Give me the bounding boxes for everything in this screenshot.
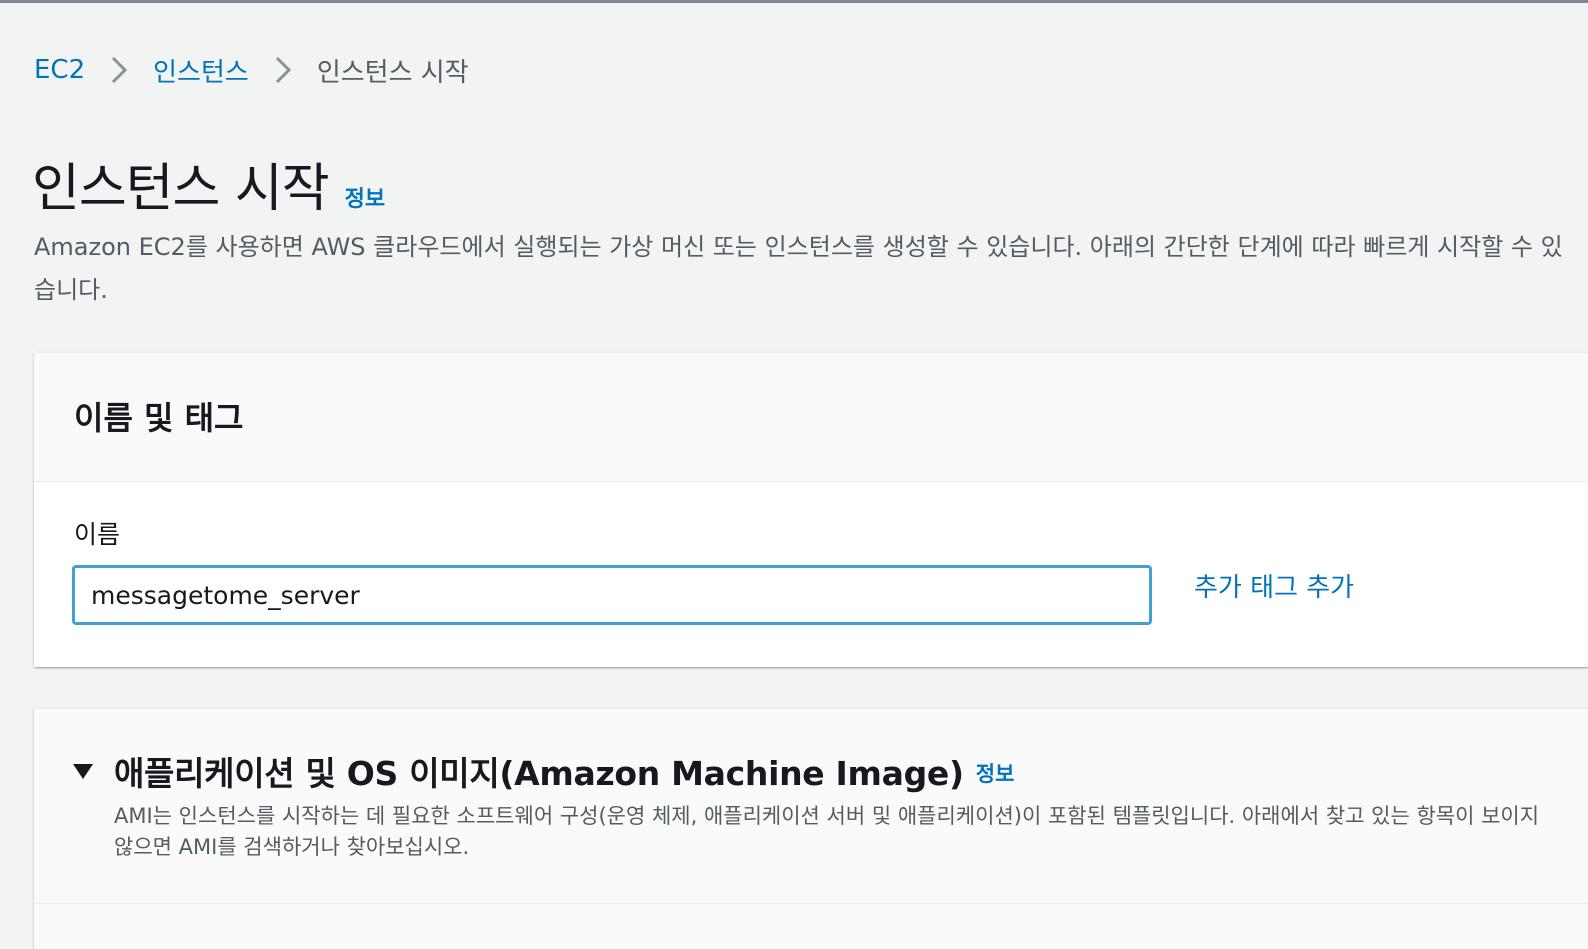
- page-description: Amazon EC2를 사용하면 AWS 클라우드에서 실행되는 가상 머신 또…: [34, 233, 1563, 304]
- chevron-right-icon: [275, 56, 291, 84]
- top-border: [0, 0, 1588, 3]
- name-field-label: 이름: [74, 520, 121, 549]
- name-tags-panel-header: 이름 및 태그: [34, 353, 1588, 482]
- name-tags-panel: 이름 및 태그 이름 추가 태그 추가: [34, 352, 1588, 667]
- ami-description: AMI는 인스턴스를 시작하는 데 필요한 소프트웨어 구성(운영 체제, 애플…: [114, 804, 1540, 859]
- name-tags-panel-title: 이름 및 태그: [74, 399, 244, 437]
- breadcrumb-instances[interactable]: 인스턴스: [153, 52, 249, 89]
- page-title: 인스턴스 시작: [32, 159, 330, 219]
- ami-info-link[interactable]: 정보: [976, 758, 1015, 788]
- breadcrumb-ec2[interactable]: EC2: [34, 55, 85, 85]
- ami-panel: 애플리케이션 및 OS 이미지(Amazon Machine Image) 정보…: [34, 708, 1588, 949]
- caret-down-icon[interactable]: [72, 760, 94, 782]
- chevron-right-icon: [112, 56, 128, 84]
- ami-panel-title[interactable]: 애플리케이션 및 OS 이미지(Amazon Machine Image): [114, 747, 964, 795]
- page-header: 인스턴스 시작 정보: [32, 146, 385, 221]
- divider: [34, 903, 1588, 904]
- breadcrumb: EC2 인스턴스 인스턴스 시작: [34, 50, 469, 90]
- breadcrumb-current: 인스턴스 시작: [316, 57, 469, 88]
- ami-panel-header: 애플리케이션 및 OS 이미지(Amazon Machine Image) 정보: [72, 747, 1014, 795]
- page-info-link[interactable]: 정보: [345, 181, 385, 213]
- name-input[interactable]: [72, 565, 1152, 625]
- add-tags-link[interactable]: 추가 태그 추가: [1194, 567, 1354, 604]
